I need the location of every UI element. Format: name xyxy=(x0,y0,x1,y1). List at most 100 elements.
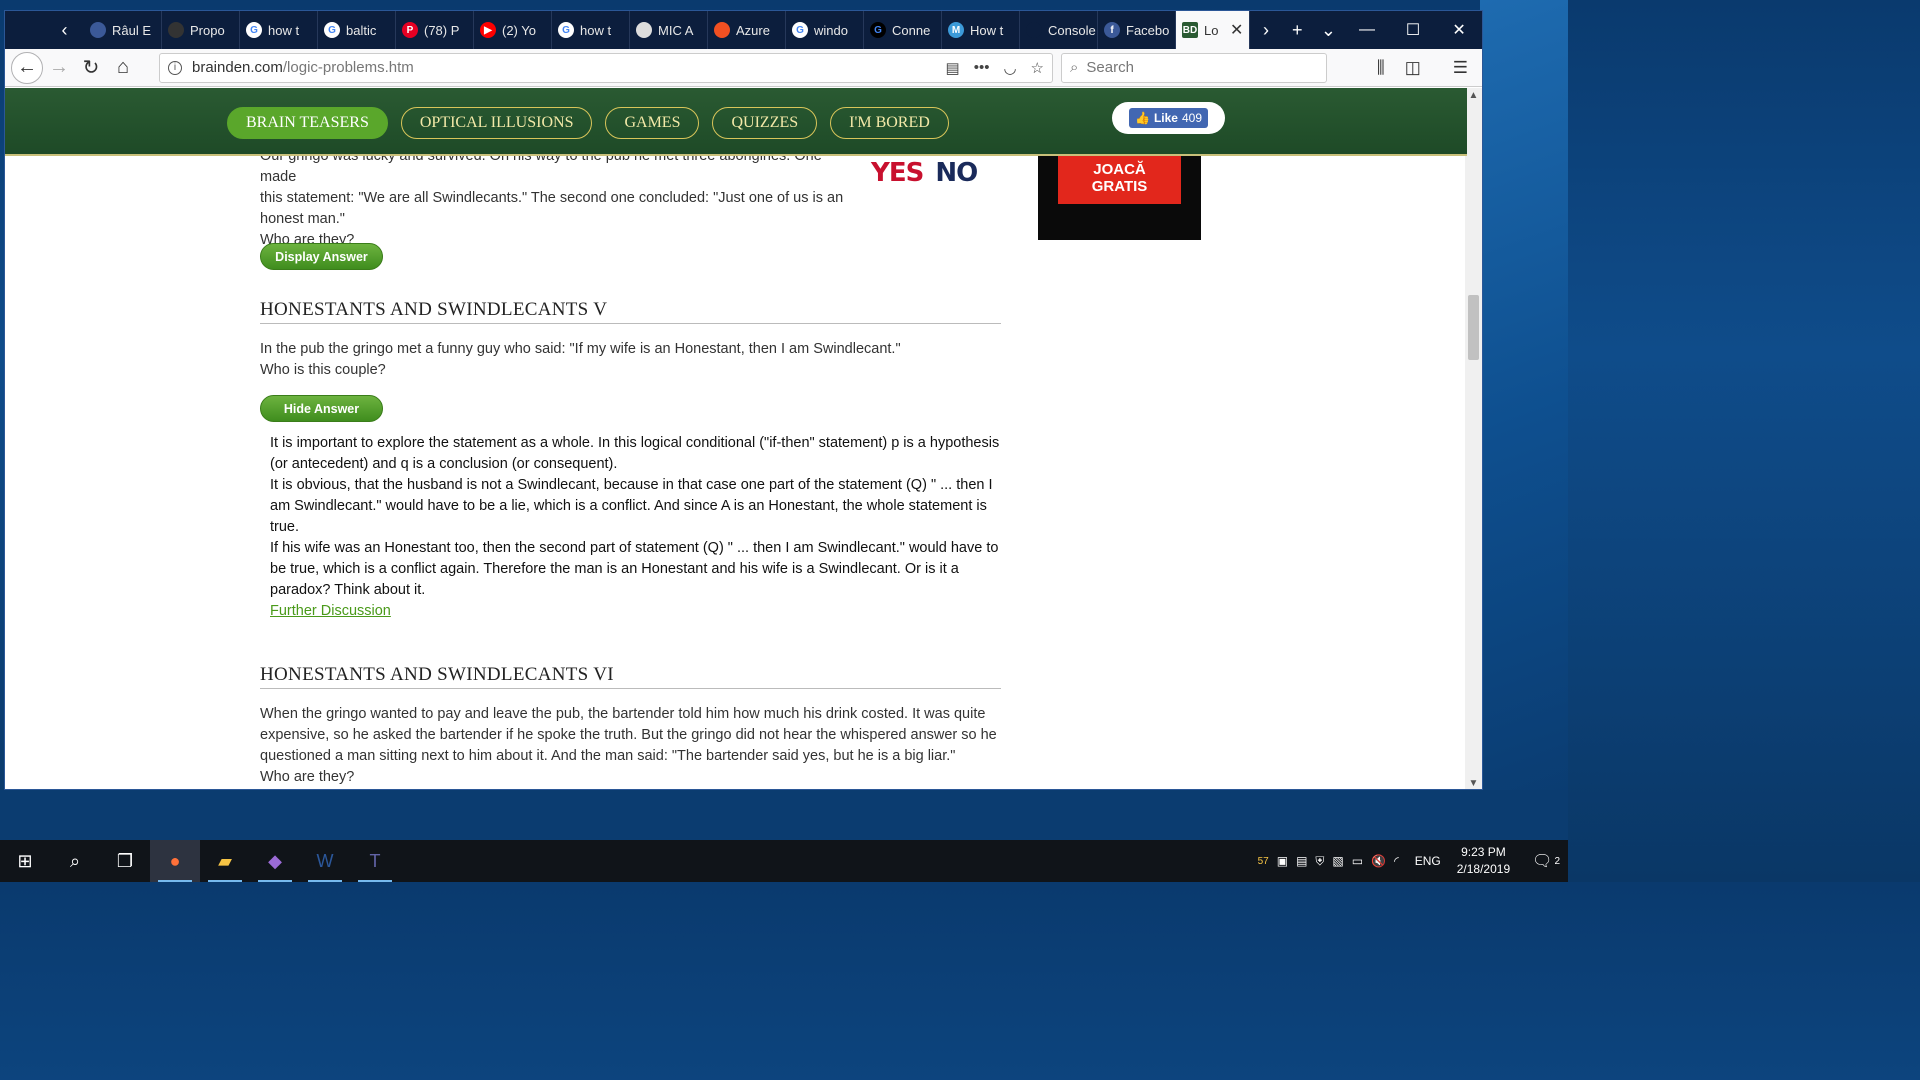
weather-value: 57 xyxy=(1257,855,1269,867)
tab-scroll-left-icon[interactable]: ‹ xyxy=(45,11,84,49)
tab-label: Console A xyxy=(1048,22,1097,38)
task-view-icon[interactable]: ❐ xyxy=(100,840,150,882)
hide-answer-button[interactable]: Hide Answer xyxy=(260,395,383,422)
tray-app-icon[interactable]: ▤ xyxy=(1296,854,1307,868)
browser-tab[interactable]: Ghow t xyxy=(552,11,630,49)
clock-time: 9:23 PM xyxy=(1461,845,1506,859)
tray-app-icon[interactable]: ▣ xyxy=(1277,854,1288,868)
browser-tab[interactable]: Gbaltic xyxy=(318,11,396,49)
minimize-icon[interactable]: — xyxy=(1344,11,1390,49)
page-actions-icon[interactable]: ••• xyxy=(974,59,990,77)
windows-start-icon[interactable]: ⊞ xyxy=(0,840,50,882)
clock[interactable]: 9:23 PM 2/18/2019 xyxy=(1457,844,1510,878)
home-icon[interactable]: ⌂ xyxy=(107,52,139,84)
tab-favicon-icon xyxy=(168,22,184,38)
tab-favicon-icon: P xyxy=(402,22,418,38)
site-menu: BRAIN TEASERS OPTICAL ILLUSIONS GAMES QU… xyxy=(227,107,949,139)
volume-muted-icon[interactable]: 🔇 xyxy=(1371,854,1386,868)
tab-label: baltic xyxy=(346,22,377,38)
menu-games[interactable]: GAMES xyxy=(605,107,700,139)
scrollbar-thumb[interactable] xyxy=(1468,295,1479,360)
maximize-icon[interactable]: ☐ xyxy=(1390,11,1436,49)
scroll-down-icon[interactable]: ▼ xyxy=(1465,778,1482,789)
facebook-like-label: Like xyxy=(1153,111,1178,125)
section-v-question: Who is this couple? xyxy=(260,362,386,378)
brainden-favicon-icon: BD xyxy=(1182,22,1198,38)
puzzle-iv-text: Our gringo was lucky and survived. On hi… xyxy=(260,146,860,251)
action-center-icon[interactable]: 🗨 xyxy=(1532,851,1552,871)
section-vi-text: When the gringo wanted to pay and leave … xyxy=(260,706,997,764)
tab-favicon-icon xyxy=(714,22,730,38)
url-domain: brainden.com xyxy=(192,59,283,76)
file-explorer-icon[interactable]: ▰ xyxy=(200,840,250,882)
teams-icon[interactable]: T xyxy=(350,840,400,882)
browser-tab[interactable]: G Conne xyxy=(864,11,942,49)
reload-icon[interactable]: ↻ xyxy=(75,52,107,84)
tab-label: Râul E xyxy=(112,22,152,38)
word-icon[interactable]: W xyxy=(300,840,350,882)
browser-tab[interactable]: Gwindo xyxy=(786,11,864,49)
url-path: /logic-problems.htm xyxy=(282,59,414,76)
reader-view-icon[interactable]: ▤ xyxy=(946,59,960,77)
site-info-icon[interactable]: i xyxy=(168,60,182,75)
firefox-icon[interactable]: ● xyxy=(150,840,200,882)
browser-tab[interactable]: P (78) P xyxy=(396,11,474,49)
browser-tab[interactable]: Propo xyxy=(162,11,240,49)
wifi-icon[interactable]: ◜ xyxy=(1394,854,1399,868)
search-input[interactable]: ⌕ Search xyxy=(1061,52,1327,83)
browser-tab[interactable]: Ghow t xyxy=(240,11,318,49)
intro-line: honest man." xyxy=(260,211,345,227)
language-indicator[interactable]: ENG xyxy=(1415,854,1441,868)
browser-tab[interactable]: Console A xyxy=(1020,11,1098,49)
close-tab-icon[interactable]: ✕ xyxy=(1230,20,1243,40)
tray-app-icon[interactable]: ▧ xyxy=(1332,854,1343,868)
ad-play-button[interactable]: JOACĂ GRATIS xyxy=(1058,156,1181,204)
facebook-like-button[interactable]: 👍 Like 409 xyxy=(1129,108,1208,128)
window-controls: — ☐ ✕ xyxy=(1344,11,1482,49)
library-icon[interactable]: ⫼ xyxy=(1377,58,1385,78)
tab-label: MIC A xyxy=(658,22,694,38)
search-icon[interactable]: ⌕ xyxy=(50,840,100,882)
browser-tab[interactable]: MIC A xyxy=(630,11,708,49)
browser-tab[interactable]: ▶ (2) Yo xyxy=(474,11,552,49)
tab-favicon-icon: G xyxy=(870,22,886,38)
menu-brain-teasers[interactable]: BRAIN TEASERS xyxy=(227,107,388,139)
scroll-up-icon[interactable]: ▲ xyxy=(1465,90,1482,101)
navigation-toolbar: ← → ↻ ⌂ i brainden.com/logic-problems.ht… xyxy=(5,49,1482,87)
advertisement[interactable]: JOACĂ GRATIS xyxy=(1038,156,1201,240)
system-tray: 57 ▣ ▤ ⛨ ▧ ▭ 🔇 ◜ ENG 9:23 PM 2/18/2019 🗨… xyxy=(1258,844,1568,878)
menu-quizzes[interactable]: QUIZZES xyxy=(712,107,818,139)
further-discussion-link[interactable]: Further Discussion xyxy=(270,603,391,619)
tab-active[interactable]: BD Lo ✕ xyxy=(1176,11,1251,49)
section-title-vi: HONESTANTS AND SWINDLECANTS VI xyxy=(260,664,1001,689)
browser-tab[interactable]: Râul E xyxy=(84,11,162,49)
defender-icon[interactable]: ⛨ xyxy=(1315,854,1324,869)
browser-tab[interactable]: M How t xyxy=(942,11,1020,49)
visual-studio-icon[interactable]: ◆ xyxy=(250,840,300,882)
tab-label: Propo xyxy=(190,22,225,38)
hamburger-menu-icon[interactable]: ☰ xyxy=(1453,58,1468,78)
pocket-icon[interactable]: ◡ xyxy=(1003,59,1016,77)
answer-paragraph: If his wife was an Honestant too, then t… xyxy=(270,540,999,598)
tab-scroll-right-icon[interactable]: › xyxy=(1250,11,1281,49)
close-window-icon[interactable]: ✕ xyxy=(1436,11,1482,49)
browser-tab[interactable]: Azure xyxy=(708,11,786,49)
battery-icon[interactable]: ▭ xyxy=(1352,854,1363,868)
list-all-tabs-icon[interactable]: ⌄ xyxy=(1313,11,1344,49)
menu-optical-illusions[interactable]: OPTICAL ILLUSIONS xyxy=(400,107,593,139)
bookmark-star-icon[interactable]: ☆ xyxy=(1031,59,1044,77)
yes-label: YES xyxy=(871,158,924,188)
tab-label: Conne xyxy=(892,22,931,38)
menu-im-bored[interactable]: I'M BORED xyxy=(830,107,949,139)
forward-arrow-icon[interactable]: → xyxy=(43,52,75,84)
new-tab-icon[interactable]: + xyxy=(1282,11,1313,49)
tab-label: windo xyxy=(814,22,848,38)
back-arrow-icon[interactable]: ← xyxy=(11,51,43,84)
page-scrollbar[interactable]: ▲ ▼ xyxy=(1465,88,1482,789)
browser-tab[interactable]: f Facebo xyxy=(1098,11,1176,49)
url-bar[interactable]: i brainden.com/logic-problems.htm ▤ ••• … xyxy=(159,52,1053,83)
answer-paragraph: It is important to explore the statement… xyxy=(270,435,1000,472)
display-answer-button[interactable]: Display Answer xyxy=(260,243,383,270)
tab-label: how t xyxy=(580,22,612,38)
sidebar-icon[interactable]: ◫ xyxy=(1405,58,1421,78)
